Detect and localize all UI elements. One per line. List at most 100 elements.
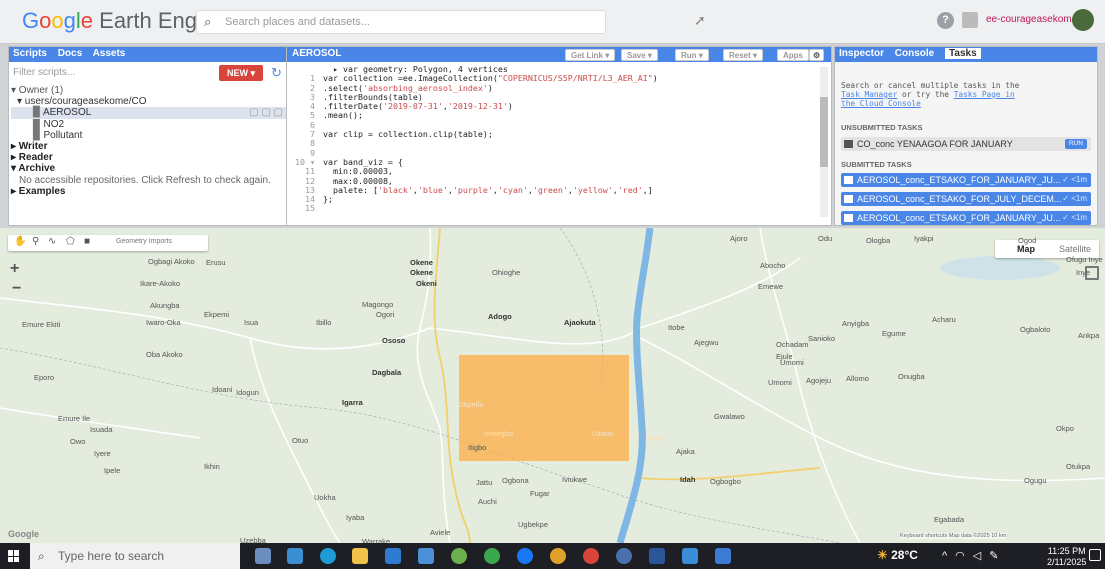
weather-icon: ☀ [877, 548, 888, 562]
tree-file-aerosol[interactable]: ▉ AEROSOL ▢ ▢ ▢ [11, 107, 287, 119]
calendar-icon[interactable] [418, 548, 434, 564]
task-manager-link[interactable]: Task Manager [841, 90, 897, 99]
map-place-label: Inye [1076, 268, 1091, 277]
clock[interactable]: 11:25 PM 2/11/2025 [1047, 546, 1086, 568]
editor-scrollbar[interactable] [820, 67, 828, 217]
settings-gear-icon[interactable]: ⚙ [809, 49, 825, 61]
mail-icon[interactable] [385, 548, 401, 564]
tab-docs[interactable]: Docs [58, 48, 82, 59]
app-icon[interactable] [583, 548, 599, 564]
tree-reader[interactable]: ▸ Reader [11, 152, 287, 163]
avatar[interactable] [1072, 9, 1094, 31]
hand-tool-icon[interactable]: ✋ [14, 236, 26, 247]
chrome-icon[interactable] [550, 548, 566, 564]
file-actions-icon[interactable]: ▢ ▢ ▢ [249, 107, 283, 118]
code-line[interactable]: 13 palete: ['black','blue','purple','cya… [287, 185, 817, 195]
map-place-label: Egume [882, 329, 906, 338]
map-type-map[interactable]: Map [1017, 244, 1035, 254]
word-icon[interactable] [649, 548, 665, 564]
apps-button[interactable]: Apps [777, 49, 809, 61]
tree-writer[interactable]: ▸ Writer [11, 141, 287, 152]
taskbar-search-text: Type here to search [58, 549, 165, 563]
map-place-label: Ipele [104, 466, 121, 475]
weather-widget[interactable]: ☀ 28°C [877, 548, 918, 562]
map-place-label: Uzanu [592, 429, 614, 438]
new-button[interactable]: NEW ▾ [219, 65, 263, 81]
tab-scripts[interactable]: Scripts [13, 48, 47, 59]
user-account-name[interactable]: ee-courageasekome [986, 14, 1077, 25]
scrollbar-thumb[interactable] [820, 97, 828, 167]
filter-scripts-input[interactable]: Filter scripts... [11, 65, 211, 83]
tasks-page-link[interactable]: Tasks Page in [954, 90, 1015, 99]
system-tray[interactable]: ^◠◁✎ [942, 549, 1006, 562]
tab-console[interactable]: Console [895, 48, 934, 59]
get-link-button[interactable]: Get Link ▾ [565, 49, 616, 61]
pen-icon[interactable]: ✎ [989, 550, 1006, 562]
geometry-imports[interactable]: Geometry Imports [116, 238, 172, 245]
cloud-console-link[interactable]: the Cloud Console [841, 99, 921, 108]
rectangle-tool-icon[interactable]: ■ [84, 236, 90, 247]
code-area[interactable]: ▸ var geometry: Polygon, 4 vertices 1 var … [287, 64, 817, 214]
edge-icon[interactable] [320, 548, 336, 564]
map-type-satellite[interactable]: Satellite [1059, 244, 1091, 254]
taskbar-search[interactable]: ⌕ Type here to search [30, 543, 240, 569]
line-tool-icon[interactable]: ∿ [48, 236, 56, 247]
run-task-button[interactable]: RUN [1064, 139, 1087, 149]
tree-examples[interactable]: ▸ Examples [11, 186, 287, 197]
volume-icon[interactable]: ◁ [973, 550, 989, 562]
code-line[interactable]: 5 .mean(); [287, 111, 817, 121]
zoom-in-button[interactable]: + [10, 260, 19, 278]
chevron-up-icon[interactable]: ^ [942, 550, 955, 562]
submitted-task[interactable]: AEROSOL_conc_ETSAKO_FOR_JULY_DECEM... ✓ <… [841, 192, 1091, 206]
submitted-task[interactable]: AEROSOL_conc_ETSAKO_FOR_JANUARY_JU... ✓ <… [841, 173, 1091, 187]
map-place-label: Ochadam [776, 340, 809, 349]
run-button[interactable]: Run ▾ [675, 49, 709, 61]
tab-inspector[interactable]: Inspector [839, 48, 884, 59]
search-icon: ⌕ [204, 14, 212, 29]
submitted-task[interactable]: AEROSOL_conc_ETSAKO_FOR_JANUARY_JU... ✓ <… [841, 211, 1091, 225]
map-place-label: Erusu [206, 258, 226, 267]
widgets-icon[interactable] [287, 548, 303, 564]
code-line[interactable]: 7 var clip = collection.clip(table); [287, 129, 817, 139]
tree-file-no2[interactable]: ▉ NO2 [11, 119, 287, 130]
file-label: NO2 [43, 118, 65, 130]
map-attribution[interactable]: Keyboard shortcuts Map data ©2025 10 km [900, 533, 1007, 539]
code-line[interactable]: 15 [287, 203, 817, 214]
notifications-icon[interactable] [962, 12, 978, 28]
notification-center-icon[interactable] [1089, 549, 1101, 561]
code-line[interactable]: 4 .filterDate('2019-07-31','2019-12-31') [287, 101, 817, 111]
whatsapp-icon[interactable] [484, 548, 500, 564]
windows-start-icon[interactable] [8, 550, 20, 562]
code-line[interactable]: 14}; [287, 194, 817, 204]
map-place-label: Ajaka [676, 447, 695, 456]
facebook-icon[interactable] [517, 548, 533, 564]
point-tool-icon[interactable]: ⚲ [32, 236, 39, 247]
polygon-tool-icon[interactable]: ⬠ [66, 236, 75, 247]
wifi-icon[interactable]: ◠ [955, 550, 973, 562]
taskview-icon[interactable] [255, 548, 271, 564]
photos-icon[interactable] [682, 548, 698, 564]
map-place-label: Acharu [932, 315, 956, 324]
refresh-icon[interactable]: ↻ [271, 65, 282, 81]
search-box[interactable]: ⌕ Search places and datasets... [196, 10, 606, 34]
file-explorer-icon[interactable] [352, 548, 368, 564]
tree-file-pollutant[interactable]: ▉ Pollutant [11, 130, 287, 141]
tree-owner[interactable]: ▾ Owner (1) [11, 85, 287, 96]
search-icon: ⌕ [38, 549, 45, 563]
app-icon[interactable] [715, 548, 731, 564]
help-icon[interactable]: ? [937, 12, 954, 29]
map-place-label: Emewe [758, 282, 784, 291]
zoom-out-button[interactable]: − [12, 280, 21, 298]
map-view[interactable]: ✋ ⚲ ∿ ⬠ ■ Geometry Imports + − Map Satel… [0, 228, 1105, 543]
tree-archive[interactable]: ▾ Archive [11, 163, 287, 174]
tab-assets[interactable]: Assets [93, 48, 126, 59]
tree-repo-co[interactable]: ▾ users/courageasekome/CO [11, 96, 287, 107]
map-place-label: Ogod [1018, 236, 1037, 245]
tab-tasks[interactable]: Tasks [945, 48, 981, 59]
save-button[interactable]: Save ▾ [621, 49, 658, 61]
code-line[interactable]: 8 [287, 139, 817, 149]
reset-button[interactable]: Reset ▾ [723, 49, 764, 61]
line-number: 15 [305, 203, 315, 214]
app-icon[interactable] [616, 548, 632, 564]
app-icon[interactable] [451, 548, 467, 564]
